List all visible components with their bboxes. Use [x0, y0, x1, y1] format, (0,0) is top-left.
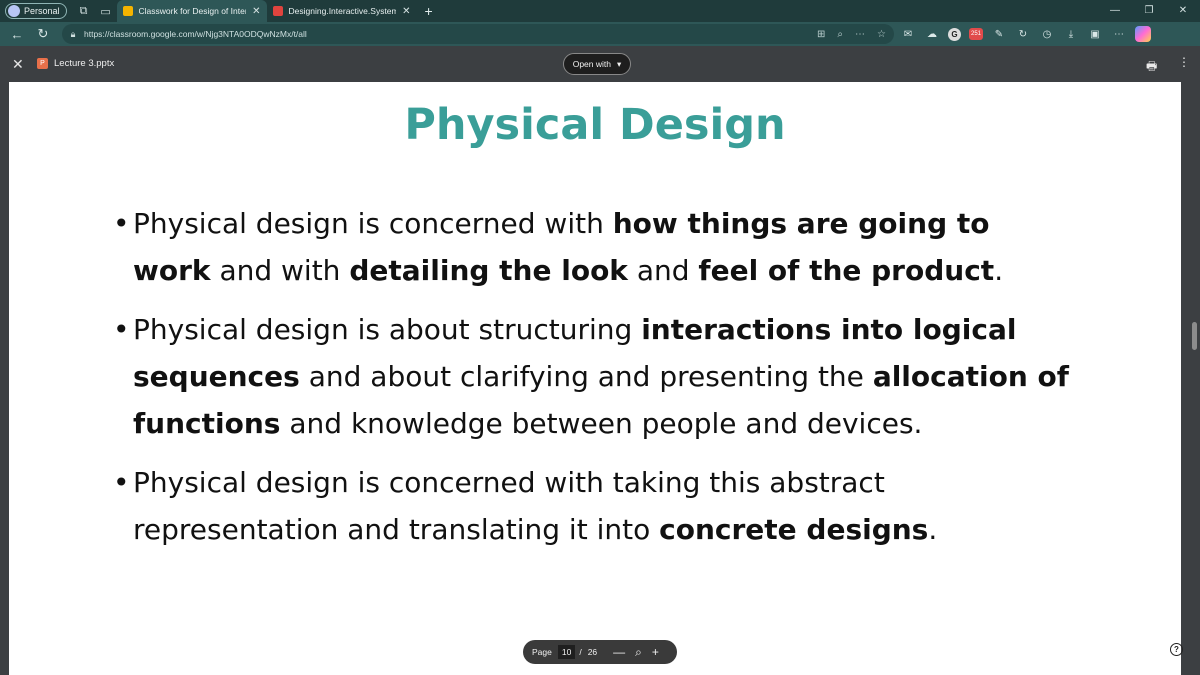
mail-icon[interactable]: ✉	[900, 26, 916, 42]
pencil-icon[interactable]: ✎	[991, 26, 1007, 42]
tab-title: Designing.Interactive.Systems.A.C	[288, 6, 397, 16]
copilot-icon[interactable]	[1135, 26, 1151, 42]
current-page-input[interactable]: 10	[557, 645, 576, 659]
viewer-toolbar: ✕ P Lecture 3.pptx Open with ▾ 🖶︎ ⋮	[0, 46, 1200, 82]
bullet-emphasis: concrete designs	[659, 513, 929, 546]
profile-button[interactable]: Personal	[5, 3, 67, 19]
extensions-bar: ✉ ☁ G 251 ✎ ↻ ◷ ⤓ ▣ ⋯	[900, 22, 1151, 46]
close-window-icon[interactable]: ✕	[1166, 0, 1200, 22]
history-icon[interactable]: ◷	[1039, 26, 1055, 42]
slide-title: Physical Design	[404, 100, 786, 150]
bullet-list: Physical design is concerned with how th…	[113, 200, 1073, 565]
slide-bullet: Physical design is concerned with taking…	[113, 459, 1073, 553]
tab-actions-icon[interactable]: ▭	[95, 0, 117, 22]
print-icon[interactable]: 🖶︎	[1146, 57, 1157, 78]
bullet-emphasis: feel of the product	[698, 254, 995, 287]
avatar	[8, 5, 20, 17]
scrollbar[interactable]	[1189, 82, 1200, 675]
zoom-icon[interactable]: ⌕	[635, 645, 642, 660]
file-viewer: ✕ P Lecture 3.pptx Open with ▾ 🖶︎ ⋮ Phys…	[0, 46, 1200, 675]
slide: Physical Design Physical design is conce…	[9, 82, 1181, 675]
page-control: Page 10 / 26 — ⌕ +	[523, 640, 677, 664]
zoom-icon[interactable]: ⌕	[837, 29, 843, 40]
help-icon[interactable]: ?	[1170, 643, 1183, 656]
address-bar-row: ← ↻ 🔒︎ https://classroom.google.com/w/Nj…	[0, 22, 1200, 46]
extension-badge-icon[interactable]: 251	[969, 28, 983, 40]
download-icon[interactable]: ⤓	[1063, 26, 1079, 42]
open-with-label: Open with	[572, 59, 611, 69]
url-field[interactable]: 🔒︎ https://classroom.google.com/w/Njg3NT…	[62, 24, 894, 44]
bullet-text: and	[627, 254, 699, 287]
tab-title: Classwork for Design of Interactive	[138, 6, 247, 16]
bullet-emphasis: detailing the look	[349, 254, 628, 287]
cloud-icon[interactable]: ☁	[924, 26, 940, 42]
page-separator: /	[579, 647, 582, 657]
bullet-text: .	[994, 254, 1004, 287]
tab-classwork[interactable]: Classwork for Design of Interactive ✕	[116, 0, 267, 22]
refresh-icon[interactable]: ↻	[30, 26, 56, 42]
workspaces-icon[interactable]: ⧉	[73, 0, 95, 22]
close-tab-icon[interactable]: ✕	[402, 6, 410, 17]
lock-icon[interactable]: 🔒︎	[62, 29, 84, 40]
url-text: https://classroom.google.com/w/Njg3NTA0O…	[84, 29, 307, 39]
settings-more-icon[interactable]: ⋯	[1111, 26, 1127, 42]
total-pages: 26	[587, 647, 598, 657]
page-label: Page	[532, 647, 552, 657]
minimize-icon[interactable]: —	[1098, 0, 1132, 22]
more-options-icon[interactable]: ⋯	[855, 29, 865, 40]
favorite-star-icon[interactable]: ☆	[877, 29, 886, 40]
powerpoint-icon: P	[37, 58, 48, 69]
slide-bullet: Physical design is about structuring int…	[113, 306, 1073, 447]
screenshot-icon[interactable]: ▣	[1087, 26, 1103, 42]
bullet-text: .	[928, 513, 938, 546]
close-tab-icon[interactable]: ✕	[252, 6, 260, 17]
profile-label: Personal	[24, 6, 60, 16]
file-name: P Lecture 3.pptx	[37, 58, 114, 69]
dropdown-arrow-icon: ▾	[617, 58, 622, 69]
bullet-text: and knowledge between people and devices…	[280, 407, 923, 440]
restore-icon[interactable]: ❐	[1132, 0, 1166, 22]
app-available-icon[interactable]: ⊞	[817, 29, 825, 40]
bullet-text: and with	[210, 254, 350, 287]
more-actions-icon[interactable]: ⋮	[1178, 55, 1190, 69]
window-controls: — ❐ ✕	[1098, 0, 1200, 22]
new-tab-icon[interactable]: +	[425, 3, 433, 19]
zoom-out-icon[interactable]: —	[613, 645, 625, 659]
open-with-button[interactable]: Open with ▾	[563, 53, 631, 75]
grammarly-icon[interactable]: G	[948, 27, 961, 41]
slide-bullet: Physical design is concerned with how th…	[113, 200, 1073, 294]
back-icon[interactable]: ←	[4, 27, 30, 42]
bullet-text: Physical design is concerned with	[133, 207, 613, 240]
tab-designing-systems[interactable]: Designing.Interactive.Systems.A.C ✕	[267, 0, 417, 22]
scrollbar-thumb[interactable]	[1192, 322, 1197, 350]
pdf-icon	[272, 6, 283, 16]
reload-extension-icon[interactable]: ↻	[1015, 26, 1031, 42]
zoom-in-icon[interactable]: +	[652, 645, 659, 659]
browser-tab-bar: Personal ⧉ ▭ Classwork for Design of Int…	[0, 0, 1200, 22]
bullet-text: and about clarifying and presenting the	[299, 360, 873, 393]
classroom-icon	[122, 6, 133, 16]
close-viewer-icon[interactable]: ✕	[12, 56, 24, 73]
bullet-text: Physical design is about structuring	[133, 313, 642, 346]
file-name-text: Lecture 3.pptx	[54, 58, 115, 69]
